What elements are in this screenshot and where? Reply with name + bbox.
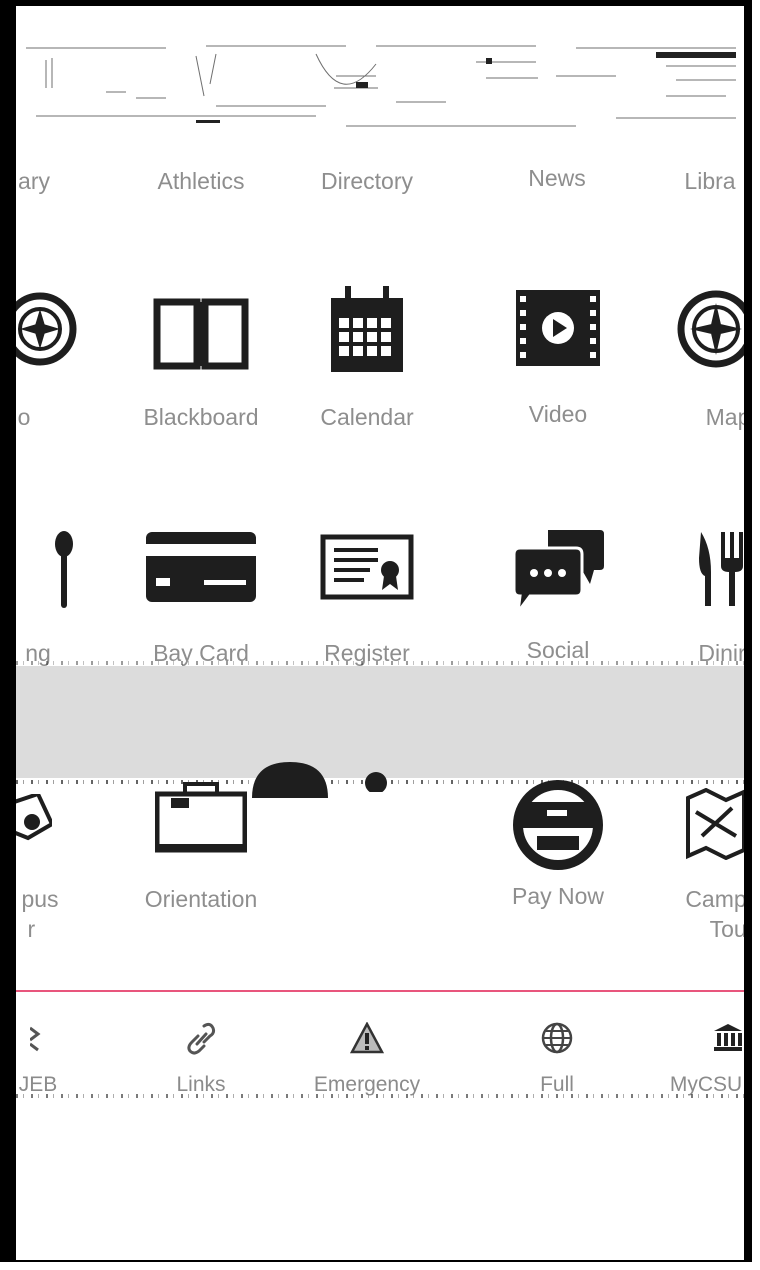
video-icon[interactable] [516,290,600,371]
tile-label-news[interactable]: News [528,163,586,193]
header-banner [16,36,744,136]
header-banner-graphic [26,45,736,127]
tile-label-athletics[interactable]: Athletics [158,166,245,196]
certificate-icon[interactable] [320,534,414,605]
tile-label-line2: Tou [709,916,744,942]
tile-label-pay-now[interactable]: Pay Now [512,881,604,911]
tile-label-line1: Pay Now [511,883,605,909]
spoon-icon[interactable] [52,530,76,615]
tile-label-libra-partial[interactable]: Libra [684,166,735,196]
tile-label-orientation[interactable]: Orientation [145,884,258,914]
briefcase-icon[interactable] [154,782,248,859]
tile-label-video[interactable]: Video [529,399,587,429]
map-compass-icon[interactable] [676,289,744,374]
app-screen: ary Athletics Directory News Libra o Bla… [16,6,744,1268]
globe-icon[interactable] [541,1022,573,1059]
compass-icon[interactable] [16,291,78,372]
tile-label-line1: Camp [685,886,744,912]
institution-icon[interactable] [713,1022,743,1057]
tile-label-map[interactable]: Map [706,402,744,432]
band-edge-top [16,661,744,665]
tile-label-campus-partial[interactable]: pus r [21,884,58,944]
tile-label-blackboard[interactable]: Blackboard [143,402,258,432]
tile-label-directory[interactable]: Directory [321,166,413,196]
credit-card-icon[interactable] [146,532,256,607]
tile-label-line1: Orientation [144,886,258,912]
tile-label-line2: r [27,916,36,942]
warning-icon[interactable] [349,1021,385,1059]
accent-divider [16,990,744,992]
fork-knife-icon[interactable] [697,528,744,615]
chat-bubbles-icon[interactable] [510,526,606,621]
grey-band [16,666,744,778]
small-dot-icon [362,770,390,797]
person-icon[interactable] [242,758,342,803]
tab-bar: JEB Links Emergency Full MyCSU [16,1006,744,1116]
link-icon[interactable] [186,1022,216,1061]
tile-label-calendar[interactable]: Calendar [320,402,413,432]
payment-icon[interactable] [507,780,609,875]
tab-bar-dither [16,1094,744,1098]
calendar-icon[interactable] [327,284,407,379]
campus-tour-icon[interactable] [16,791,55,863]
tile-label-map-partial[interactable]: o [18,402,31,432]
tile-label-library-partial[interactable]: ary [18,166,50,196]
tile-label-line1: pus [21,886,59,912]
book-icon[interactable] [153,296,249,375]
map-icon[interactable] [686,787,744,865]
tile-label-campus-tour[interactable]: Camp Tou [685,884,744,944]
chevron-icon[interactable] [29,1024,42,1059]
